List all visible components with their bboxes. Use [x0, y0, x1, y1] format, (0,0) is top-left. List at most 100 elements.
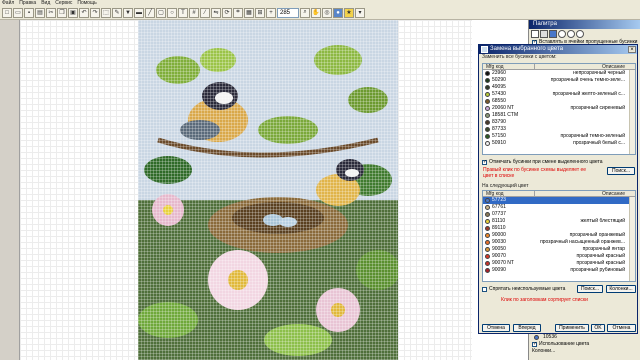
palette-columns-button[interactable]: Колонки...	[529, 348, 640, 355]
search-button-1[interactable]: Поиск...	[607, 167, 635, 175]
list-item[interactable]: 57430 прозрачный желто-зеленый с...	[483, 91, 635, 98]
mirror-icon[interactable]: ⇋	[211, 7, 221, 18]
tool-blue-icon[interactable]	[549, 30, 557, 38]
copy-icon[interactable]: ❐	[57, 7, 67, 18]
dialog-icon	[481, 46, 488, 53]
dropdown-icon[interactable]: ▾	[355, 7, 365, 18]
sort-hint: Клик по заголовкам сортирует списки	[501, 297, 588, 303]
line-icon[interactable]: ╱	[145, 7, 155, 18]
list-item[interactable]: 89110	[483, 225, 635, 232]
rotate-icon[interactable]: ⟳	[222, 7, 232, 18]
bead-description: желтый блестящий	[580, 218, 625, 224]
bead-code: 90030	[492, 239, 506, 245]
color-wheel-icon[interactable]: ◎	[322, 7, 332, 18]
list-item[interactable]: 81110 желтый блестящий	[483, 218, 635, 225]
pencil-icon[interactable]: ✎	[112, 7, 122, 18]
crop-icon[interactable]: ⌗	[233, 7, 243, 18]
color-usage-check[interactable]: ✓ Использование цвета	[529, 341, 640, 348]
palette-bottom: 10536 ✓ Использование цвета Колонки...	[529, 334, 640, 360]
checkbox-icon[interactable]: ✓	[482, 159, 487, 165]
undo-button[interactable]: Отмена	[482, 324, 510, 332]
bead-code: 87733	[492, 126, 506, 132]
bead-icon	[485, 106, 490, 111]
redo-icon[interactable]: ↷	[90, 7, 100, 18]
list-item[interactable]: 07737	[483, 211, 635, 218]
list-item[interactable]: 90070 прозрачный красный	[483, 253, 635, 260]
list-item[interactable]: 87733	[483, 126, 635, 133]
bead-code: 23960	[492, 70, 506, 76]
checkbox-icon[interactable]	[482, 286, 487, 292]
cut-icon[interactable]: ✂	[46, 7, 56, 18]
tool-circle3-icon[interactable]	[576, 30, 584, 38]
target-scrollbar[interactable]	[629, 197, 635, 281]
eyedropper-icon[interactable]: ⁄	[200, 7, 210, 18]
text-icon[interactable]: T	[178, 7, 188, 18]
bead-icon	[485, 99, 490, 104]
chart-icon[interactable]: ▦	[244, 7, 254, 18]
list-item[interactable]: 23960 непрозрачный черный	[483, 70, 635, 77]
replace-all-label: Заменить все бусинки с цветом:	[482, 54, 557, 60]
hide-unused-checkbox[interactable]: Спрятать неиспользуемые цвета	[482, 286, 565, 292]
close-icon[interactable]: ×	[628, 46, 636, 53]
columns-button[interactable]: Колонки...	[606, 285, 636, 293]
bead-icon[interactable]: ●	[333, 7, 343, 18]
source-scrollbar[interactable]	[629, 70, 635, 154]
bead-description: прозрачный оранжевый	[569, 232, 625, 238]
select-icon[interactable]: ⬚	[101, 7, 111, 18]
tool-circle-icon[interactable]	[558, 30, 566, 38]
paste-icon[interactable]: ▣	[68, 7, 78, 18]
target-color-list[interactable]: Mfg код Описание 57723 67761 07737 81110 жел…	[482, 190, 636, 282]
bead-description: прозрачный насыщенный оранжев...	[540, 239, 625, 245]
bead-icon	[485, 219, 490, 224]
redo-button[interactable]: Вперед	[513, 324, 541, 332]
design-canvas[interactable]	[20, 20, 472, 360]
bead-description: прозрачный красный	[576, 253, 626, 259]
list-item[interactable]: 90070 NT прозрачный красный	[483, 260, 635, 267]
cancel-button[interactable]: Отмена	[607, 324, 636, 332]
list-item[interactable]: 57723	[483, 197, 635, 204]
list-item[interactable]: 83790	[483, 119, 635, 126]
tool-circle2-icon[interactable]	[567, 30, 575, 38]
bead-icon	[485, 261, 490, 266]
apply-button[interactable]: Применить	[555, 324, 589, 332]
zoom-in-icon[interactable]: +	[266, 7, 276, 18]
list-item[interactable]: 90030 прозрачный насыщенный оранжев...	[483, 239, 635, 246]
bead-code: 90050	[492, 246, 506, 252]
eraser-icon[interactable]: ▬	[134, 7, 144, 18]
ellipse-icon[interactable]: ○	[167, 7, 177, 18]
tool-square2-icon[interactable]	[540, 30, 548, 38]
bead-code: 50910	[492, 140, 506, 146]
mark-beads-checkbox[interactable]: ✓ Отмечать бусинки при смене выделенного…	[482, 159, 603, 165]
tool-square-icon[interactable]	[531, 30, 539, 38]
open-icon[interactable]: ▭	[13, 7, 23, 18]
undo-icon[interactable]: ↶	[79, 7, 89, 18]
list-item[interactable]: 49095	[483, 84, 635, 91]
print-icon[interactable]: ▤	[35, 7, 45, 18]
list-item[interactable]: 20060 NT прозрачный сиреневый	[483, 105, 635, 112]
bead-code: 57150	[492, 133, 506, 139]
zoom-icon[interactable]: ⌕	[300, 7, 310, 18]
list-item[interactable]: 18581 CTM	[483, 112, 635, 119]
grid2-icon[interactable]: ⊞	[255, 7, 265, 18]
grid-icon[interactable]: #	[189, 7, 199, 18]
list-item[interactable]: 90000 прозрачный оранжевый	[483, 232, 635, 239]
list-item[interactable]: 50910 прозрачный белый с...	[483, 140, 635, 147]
fill-icon[interactable]: ▼	[123, 7, 133, 18]
bead-pattern[interactable]	[138, 20, 398, 360]
list-item[interactable]: 57150 прозрачный темно-зеленый	[483, 133, 635, 140]
list-item[interactable]: 67761	[483, 204, 635, 211]
new-icon[interactable]: □	[2, 7, 12, 18]
source-color-list[interactable]: Mfg код Описание 23960 непрозрачный черны…	[482, 63, 636, 155]
rect-icon[interactable]: ▢	[156, 7, 166, 18]
ok-button[interactable]: OK	[591, 324, 605, 332]
list-item[interactable]: 90090 прозрачный рубиновый	[483, 267, 635, 274]
list-item[interactable]: 50290 прозрачный очень темно-зеле...	[483, 77, 635, 84]
zoom-field[interactable]: 285	[277, 7, 299, 18]
search-button-2[interactable]: Поиск...	[577, 285, 603, 293]
highlight-icon[interactable]: ★	[344, 7, 354, 18]
palette-tools	[529, 29, 640, 39]
save-icon[interactable]: ▪	[24, 7, 34, 18]
list-item[interactable]: 68550	[483, 98, 635, 105]
hand-icon[interactable]: ✋	[311, 7, 321, 18]
list-item[interactable]: 90050 прозрачный янтар	[483, 246, 635, 253]
